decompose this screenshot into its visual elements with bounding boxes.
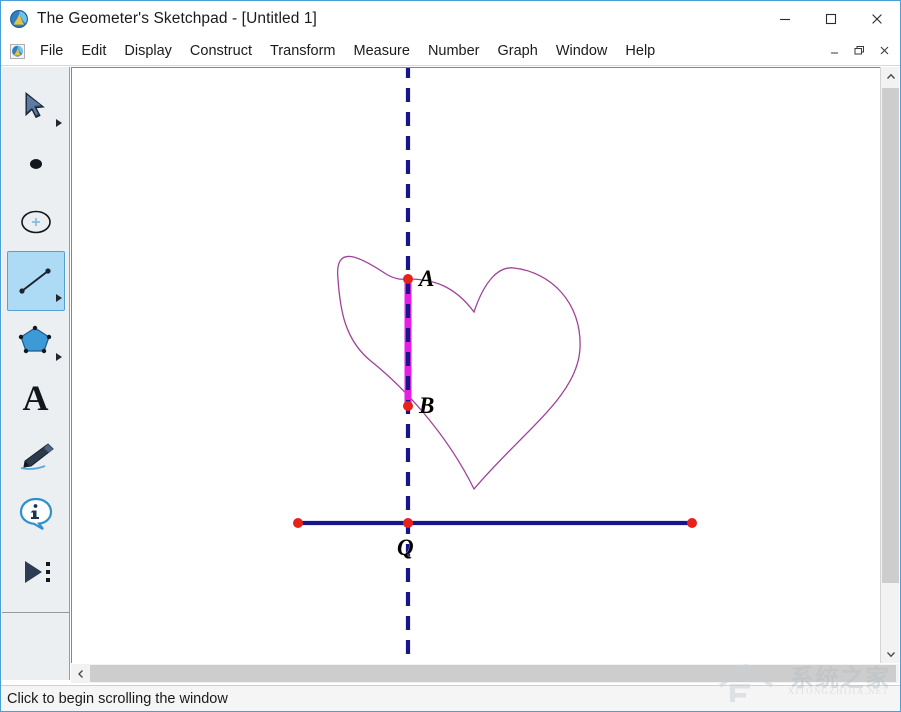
play-triangle-dots-icon (24, 561, 50, 583)
point-right-end[interactable] (687, 518, 697, 528)
close-button[interactable] (854, 1, 900, 37)
circle-compass-icon (20, 210, 51, 234)
sketch-canvas-frame: A B Q (71, 67, 899, 664)
straightedge-tool[interactable] (6, 251, 65, 311)
letter-a-icon: A (22, 378, 49, 418)
sketchpad-window: The Geometer's Sketchpad - [Untitled 1] (0, 0, 901, 712)
info-balloon-icon (19, 497, 52, 530)
title-bar: The Geometer's Sketchpad - [Untitled 1] (1, 1, 900, 37)
arrow-cursor-icon (25, 91, 45, 119)
text-tool[interactable]: A (8, 369, 64, 427)
menu-item-graph[interactable]: Graph (489, 40, 547, 63)
menu-item-construct[interactable]: Construct (181, 40, 261, 63)
point-q[interactable] (403, 518, 413, 528)
line-segment-icon (18, 268, 51, 294)
point-label-b[interactable]: B (418, 393, 435, 419)
toolbox-empty-slot (2, 612, 70, 680)
point-icon (29, 159, 42, 169)
mdi-minimize-button[interactable] (822, 40, 846, 61)
scroll-down-arrow-icon[interactable] (881, 644, 900, 663)
point-label-q[interactable]: Q (397, 535, 414, 561)
arrow-tool-menu-arrow[interactable] (55, 119, 62, 127)
horizontal-scrollbar-thumb[interactable] (90, 665, 896, 682)
horizontal-scrollbar[interactable] (71, 664, 899, 683)
vertical-scrollbar-thumb[interactable] (882, 88, 899, 583)
heart-curve[interactable] (337, 255, 581, 491)
menu-item-edit[interactable]: Edit (72, 40, 115, 63)
scroll-up-arrow-icon[interactable] (881, 67, 900, 86)
point-left-end[interactable] (293, 518, 303, 528)
point-b[interactable] (403, 401, 413, 411)
menu-item-transform[interactable]: Transform (261, 40, 345, 63)
sketchpad-logo-icon (9, 9, 29, 29)
mdi-window-controls (822, 40, 896, 61)
compass-tool[interactable] (8, 193, 64, 251)
minimize-button[interactable] (762, 1, 808, 37)
document-icon[interactable] (9, 43, 26, 60)
menu-item-help[interactable]: Help (616, 40, 664, 63)
menu-item-file[interactable]: File (31, 40, 72, 63)
pencil-marker-icon (20, 443, 54, 470)
polygon-tool-menu-arrow[interactable] (55, 353, 62, 361)
maximize-button[interactable] (808, 1, 854, 37)
point-a[interactable] (403, 274, 413, 284)
menu-item-window[interactable]: Window (547, 40, 617, 63)
vertical-scrollbar[interactable] (880, 67, 899, 663)
sketch-canvas[interactable]: A B Q (72, 68, 879, 664)
toolbox-panel: A (2, 67, 70, 680)
custom-tool[interactable] (8, 543, 64, 601)
mdi-restore-button[interactable] (847, 40, 871, 61)
menu-bar: File Edit Display Construct Transform Me… (1, 37, 900, 66)
menu-item-display[interactable]: Display (115, 40, 181, 63)
straightedge-tool-menu-arrow[interactable] (55, 294, 62, 302)
information-tool[interactable] (8, 485, 64, 543)
polygon-tool[interactable] (8, 311, 64, 369)
window-title: The Geometer's Sketchpad - [Untitled 1] (37, 10, 317, 27)
point-label-a[interactable]: A (417, 266, 435, 292)
scroll-left-arrow-icon[interactable] (71, 664, 90, 683)
menu-item-measure[interactable]: Measure (345, 40, 419, 63)
window-controls (762, 1, 900, 37)
arrow-select-tool[interactable] (8, 77, 64, 135)
menu-item-number[interactable]: Number (419, 40, 489, 63)
point-tool[interactable] (8, 135, 64, 193)
status-bar: Click to begin scrolling the window (1, 685, 900, 711)
marker-tool[interactable] (8, 427, 64, 485)
mdi-close-button[interactable] (872, 40, 896, 61)
polygon-icon (18, 325, 51, 354)
status-message: Click to begin scrolling the window (7, 690, 228, 707)
